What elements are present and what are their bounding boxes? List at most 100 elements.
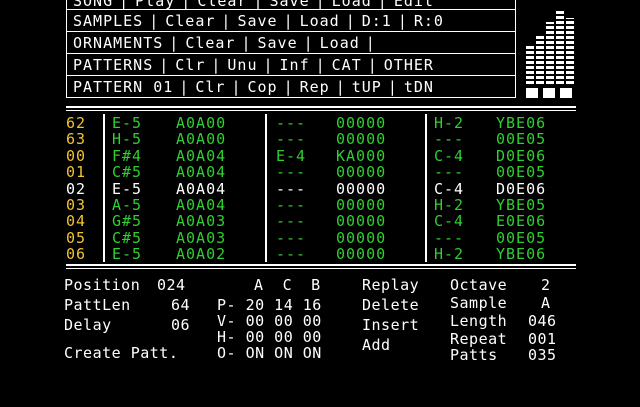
- sample-label: Sample: [450, 294, 508, 312]
- row-number: 03: [66, 196, 87, 214]
- menu-pattern-cop[interactable]: Cop: [247, 78, 277, 96]
- channel-b-note: ---: [276, 196, 307, 214]
- channel-b-note: ---: [276, 212, 307, 231]
- pattern-row[interactable]: 63 H-5 A0A00 --- 00000 --- 00E05: [66, 130, 576, 149]
- channel-b-params: 00000: [336, 196, 387, 214]
- channel-c-toggle[interactable]: [560, 88, 572, 98]
- menu-samples[interactable]: SAMPLES: [73, 12, 143, 30]
- menu-ornaments[interactable]: ORNAMENTS: [73, 34, 163, 52]
- main-menu: SONG | Play | Clear | Save | Load | Edit SAMP…: [66, 0, 516, 99]
- menu-song-load[interactable]: Load: [332, 0, 372, 10]
- pattern-grid[interactable]: 62 E-5 A0A00 --- 00000 H-2 YBE06 63 H-5 …: [66, 114, 576, 264]
- pattern-row[interactable]: 00 F#4 A0A04 E-4 KA000 C-4 D0E06: [66, 146, 576, 165]
- channel-a-toggle[interactable]: [526, 88, 538, 98]
- menu-samples-d[interactable]: D:1: [362, 12, 392, 30]
- channel-c-params: YBE06: [496, 245, 547, 264]
- menu-samples-load[interactable]: Load: [300, 12, 340, 30]
- channel-c-note: C-4: [434, 146, 465, 165]
- menu-patterns[interactable]: PATTERNS: [73, 56, 153, 74]
- channel-c-params: YBE06: [496, 114, 547, 132]
- menu-row-ornaments: ORNAMENTS | Clear | Save | Load |: [66, 32, 516, 54]
- menu-row-pattern: PATTERN 01 | Clr | Cop | Rep | tUP | tDN: [66, 76, 516, 98]
- channel-c-params: D0E06: [496, 179, 547, 198]
- meter-bar: [556, 10, 564, 84]
- channel-b-toggle[interactable]: [543, 88, 555, 98]
- level-meters: [526, 6, 576, 98]
- o-row: O- ON ON ON: [217, 344, 322, 362]
- pattern-row[interactable]: 01 C#5 A0A04 --- 00000 --- 00E05: [66, 163, 576, 182]
- row-number: 63: [66, 130, 87, 149]
- divider: [66, 264, 576, 266]
- menu-song[interactable]: SONG: [73, 0, 113, 10]
- replay-button[interactable]: Replay: [362, 276, 419, 294]
- octave-value[interactable]: 2: [541, 276, 551, 294]
- menu-row-song: SONG | Play | Clear | Save | Load | Edit: [66, 0, 516, 10]
- channel-a-params: A0A00: [176, 114, 227, 132]
- position-value[interactable]: 024: [157, 276, 186, 294]
- menu-song-save[interactable]: Save: [270, 0, 310, 10]
- octave-label: Octave: [450, 276, 508, 294]
- menu-pattern-tdn[interactable]: tDN: [404, 78, 434, 96]
- menu-samples-r[interactable]: R:0: [414, 12, 444, 30]
- pattern-row-current[interactable]: 02 E-5 A0A04 --- 00000 C-4 D0E06: [66, 179, 576, 198]
- menu-ornaments-save[interactable]: Save: [258, 34, 298, 52]
- channel-header: A C B: [254, 276, 321, 294]
- menu-patterns-other[interactable]: OTHER: [384, 56, 434, 74]
- sample-value[interactable]: A: [541, 294, 551, 312]
- pattern-row[interactable]: 04 G#5 A0A03 --- 00000 C-4 E0E06: [66, 212, 576, 231]
- channel-a-note: H-5: [112, 130, 143, 149]
- menu-patterns-unu[interactable]: Unu: [227, 56, 257, 74]
- pattern-row[interactable]: 06 E-5 A0A02 --- 00000 H-2 YBE06: [66, 245, 576, 264]
- channel-c-note: H-2: [434, 196, 465, 214]
- meter-bar: [546, 22, 554, 84]
- menu-pattern-tup[interactable]: tUP: [352, 78, 382, 96]
- menu-patterns-inf[interactable]: Inf: [280, 56, 310, 74]
- channel-b-note: ---: [276, 163, 307, 182]
- row-number: 04: [66, 212, 87, 231]
- channel-b-params: 00000: [336, 245, 387, 264]
- channel-a-params: A0A04: [176, 196, 227, 214]
- delete-button[interactable]: Delete: [362, 296, 419, 314]
- patts-value: 035: [528, 346, 557, 364]
- channel-c-params: 00E05: [496, 130, 547, 149]
- menu-ornaments-load[interactable]: Load: [320, 34, 360, 52]
- menu-samples-save[interactable]: Save: [237, 12, 277, 30]
- menu-pattern-rep[interactable]: Rep: [300, 78, 330, 96]
- channel-c-note: ---: [434, 130, 465, 149]
- channel-b-note: ---: [276, 228, 307, 247]
- menu-song-clear[interactable]: Clear: [197, 0, 247, 10]
- delay-value[interactable]: 06: [171, 316, 190, 334]
- pattlen-value[interactable]: 64: [171, 296, 190, 314]
- menu-samples-clear[interactable]: Clear: [165, 12, 215, 30]
- channel-c-note: H-2: [434, 114, 465, 132]
- channel-b-params: 00000: [336, 179, 387, 198]
- pattern-row[interactable]: 05 C#5 A0A03 --- 00000 --- 00E05: [66, 228, 576, 247]
- menu-patterns-cat[interactable]: CAT: [332, 56, 362, 74]
- pattern-row[interactable]: 62 E-5 A0A00 --- 00000 H-2 YBE06: [66, 114, 576, 132]
- channel-b-note: E-4: [276, 146, 307, 165]
- channel-c-params: 00E05: [496, 228, 547, 247]
- create-pattern-button[interactable]: Create Patt.: [64, 344, 178, 362]
- row-number: 05: [66, 228, 87, 247]
- length-value[interactable]: 046: [528, 312, 557, 330]
- meter-bar: [526, 46, 534, 84]
- menu-ornaments-clear[interactable]: Clear: [185, 34, 235, 52]
- menu-row-patterns: PATTERNS | Clr | Unu | Inf | CAT | OTHER: [66, 54, 516, 76]
- menu-patterns-clr[interactable]: Clr: [175, 56, 205, 74]
- menu-song-edit[interactable]: Edit: [394, 0, 434, 10]
- channel-a-params: A0A03: [176, 212, 227, 231]
- menu-song-play[interactable]: Play: [135, 0, 175, 10]
- menu-pattern-clr[interactable]: Clr: [195, 78, 225, 96]
- menu-pattern[interactable]: PATTERN 01: [73, 78, 173, 96]
- channel-b-params: 00000: [336, 163, 387, 182]
- insert-button[interactable]: Insert: [362, 316, 419, 334]
- length-label: Length: [450, 312, 508, 330]
- channel-a-params: A0A00: [176, 130, 227, 149]
- channel-c-note: ---: [434, 163, 465, 182]
- pattern-row[interactable]: 03 A-5 A0A04 --- 00000 H-2 YBE05: [66, 196, 576, 214]
- row-number: 02: [66, 179, 87, 198]
- add-button[interactable]: Add: [362, 336, 391, 354]
- channel-b-note: ---: [276, 179, 307, 198]
- channel-b-note: ---: [276, 130, 307, 149]
- meter-bar: [566, 18, 574, 84]
